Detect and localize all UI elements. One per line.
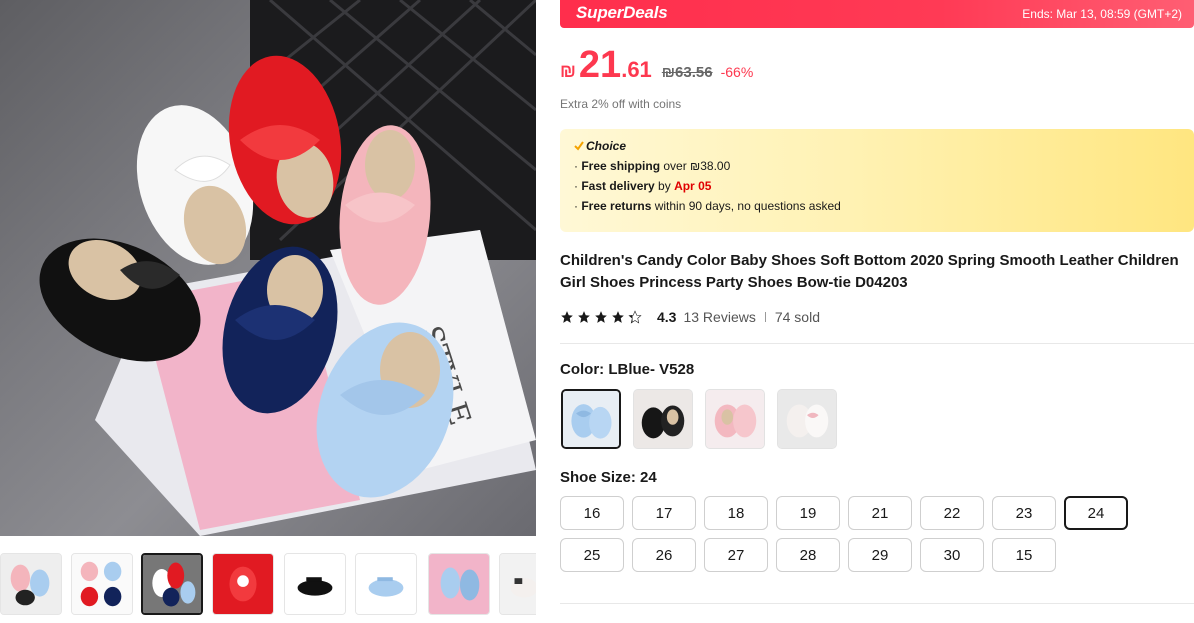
free-shipping-label: Free shipping [581, 159, 661, 173]
size-option-19[interactable]: 19 [776, 496, 840, 530]
fast-delivery-line: · Fast delivery by Apr 05 [574, 179, 712, 193]
size-option-25[interactable]: 25 [560, 538, 624, 572]
product-photo: STYLE [39, 0, 536, 536]
superdeals-banner[interactable]: SuperDeals Ends: Mar 13, 08:59 (GMT+2) [560, 0, 1194, 28]
star-icon-partial [628, 310, 642, 324]
reviews-link[interactable]: 13 Reviews [683, 309, 755, 325]
color-label: Color: LBlue- V528 [560, 361, 695, 378]
size-option-16[interactable]: 16 [560, 496, 624, 530]
fast-delivery-label: Fast delivery [581, 179, 655, 193]
divider-bottom [560, 603, 1194, 604]
star-icon-full [578, 311, 590, 323]
discount-badge: -66% [720, 64, 754, 80]
thumbnail-4[interactable] [212, 553, 274, 615]
size-option-22[interactable]: 22 [920, 496, 984, 530]
thumbnail-5[interactable] [284, 553, 346, 615]
thumbnail-1[interactable] [0, 553, 62, 615]
delivery-by-text: by [654, 179, 675, 193]
color-swatch-pink[interactable] [705, 389, 765, 449]
price-decimal: .61 [621, 57, 652, 82]
choice-benefits-box[interactable]: Choice · Free shipping over ₪38.00 · Fas… [560, 129, 1194, 232]
size-option-18[interactable]: 18 [704, 496, 768, 530]
thumbnail-strip [0, 553, 536, 617]
free-returns-line: · Free returns within 90 days, no questi… [574, 199, 841, 213]
star-icon-full [612, 311, 624, 323]
size-option-28[interactable]: 28 [776, 538, 840, 572]
price-block: ₪ 21 .61 ₪63.56 -66% [560, 44, 753, 88]
star-rating[interactable] [560, 310, 645, 324]
size-option-24-selected[interactable]: 24 [1064, 496, 1128, 530]
free-shipping-detail: over ₪38.00 [660, 159, 731, 173]
original-price: ₪63.56 [661, 64, 713, 81]
size-option-17[interactable]: 17 [632, 496, 696, 530]
size-option-15[interactable]: 15 [992, 538, 1056, 572]
rating-row: 4.3 13 Reviews 74 sold [560, 307, 820, 327]
color-swatch-black[interactable] [633, 389, 693, 449]
size-option-21[interactable]: 21 [848, 496, 912, 530]
size-option-26[interactable]: 26 [632, 538, 696, 572]
size-option-30[interactable]: 30 [920, 538, 984, 572]
thumbnail-7[interactable] [428, 553, 490, 615]
color-swatch-white[interactable] [777, 389, 837, 449]
choice-title-text: Choice [586, 139, 627, 153]
star-icon-full [561, 311, 573, 323]
free-returns-label: Free returns [581, 199, 652, 213]
color-swatch-lblue[interactable] [561, 389, 621, 449]
thumbnail-3-selected[interactable] [141, 553, 203, 615]
size-option-29[interactable]: 29 [848, 538, 912, 572]
deal-end-time: Ends: Mar 13, 08:59 (GMT+2) [1022, 7, 1182, 21]
product-title: Children's Candy Color Baby Shoes Soft B… [560, 252, 1179, 291]
main-product-image[interactable]: STYLE [0, 0, 536, 536]
star-icon-full [595, 311, 607, 323]
rating-value: 4.3 [657, 309, 677, 325]
superdeals-brand: SuperDeals [576, 3, 668, 22]
thumbnail-2[interactable] [71, 553, 133, 615]
free-shipping-line: · Free shipping over ₪38.00 [574, 159, 731, 173]
thumbnail-8[interactable] [499, 553, 536, 615]
coins-note: Extra 2% off with coins [560, 97, 682, 111]
thumbnail-6[interactable] [355, 553, 417, 615]
free-returns-detail: within 90 days, no questions asked [651, 199, 841, 213]
color-swatches [561, 389, 849, 449]
price-integer: 21 [578, 44, 622, 86]
delivery-date: Apr 05 [674, 179, 712, 193]
size-option-23[interactable]: 23 [992, 496, 1056, 530]
choice-title: Choice [574, 139, 1180, 153]
size-option-27[interactable]: 27 [704, 538, 768, 572]
shoe-size-label: Shoe Size: 24 [560, 469, 657, 486]
check-icon [574, 141, 584, 151]
sold-count: 74 sold [774, 309, 820, 325]
price-currency: ₪ [560, 61, 576, 81]
separator [764, 312, 766, 322]
divider [560, 343, 1194, 344]
